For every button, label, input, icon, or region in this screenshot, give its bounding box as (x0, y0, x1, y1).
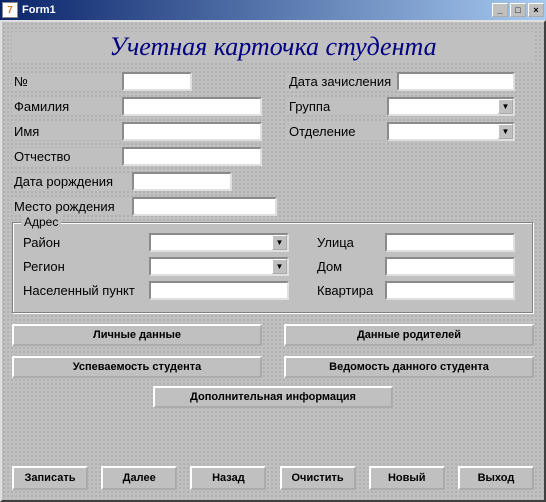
app-icon: 7 (2, 2, 18, 18)
dept-label: Отделение (287, 123, 387, 140)
enroll-input[interactable] (397, 72, 515, 91)
house-label: Дом (315, 258, 385, 275)
street-input[interactable] (385, 233, 515, 252)
birthdate-label: Дата рорждения (12, 173, 132, 190)
apt-input[interactable] (385, 281, 515, 300)
surname-label: Фамилия (12, 98, 122, 115)
new-button[interactable]: Новый (369, 466, 445, 490)
next-button[interactable]: Далее (101, 466, 177, 490)
number-label: № (12, 73, 122, 90)
extra-button[interactable]: Дополнительная информация (153, 386, 393, 408)
group-input[interactable] (387, 97, 515, 116)
chevron-down-icon[interactable]: ▼ (272, 259, 287, 274)
district-combo[interactable]: ▼ (149, 233, 289, 252)
address-title: Адрес (21, 215, 61, 229)
birthplace-label: Место рождения (12, 198, 132, 215)
district-label: Район (21, 234, 149, 251)
address-group: Адрес Район ▼ Регион ▼ (12, 222, 534, 314)
street-label: Улица (315, 234, 385, 251)
patronymic-input[interactable] (122, 147, 262, 166)
district-input[interactable] (149, 233, 289, 252)
dept-input[interactable] (387, 122, 515, 141)
dept-combo[interactable]: ▼ (387, 122, 515, 141)
maximize-button[interactable]: □ (510, 3, 526, 17)
report-button[interactable]: Ведомость данного студента (284, 356, 534, 378)
patronymic-label: Отчество (12, 148, 122, 165)
group-combo[interactable]: ▼ (387, 97, 515, 116)
birthplace-input[interactable] (132, 197, 277, 216)
group-label: Группа (287, 98, 387, 115)
chevron-down-icon[interactable]: ▼ (272, 235, 287, 250)
back-button[interactable]: Назад (190, 466, 266, 490)
chevron-down-icon[interactable]: ▼ (498, 99, 513, 114)
save-button[interactable]: Записать (12, 466, 88, 490)
house-input[interactable] (385, 257, 515, 276)
birthdate-input[interactable] (132, 172, 232, 191)
enroll-label: Дата зачисления (287, 73, 397, 90)
name-label: Имя (12, 123, 122, 140)
window-title: Form1 (22, 4, 492, 16)
close-button[interactable]: × (528, 3, 544, 17)
city-label: Населенный пункт (21, 282, 149, 299)
title-bar: 7 Form1 _ □ × (0, 0, 546, 20)
apt-label: Квартира (315, 282, 385, 299)
region-combo[interactable]: ▼ (149, 257, 289, 276)
page-title: Учетная карточка студента (12, 32, 534, 62)
surname-input[interactable] (122, 97, 262, 116)
parents-button[interactable]: Данные родителей (284, 324, 534, 346)
client-area: Учетная карточка студента № Фамилия Имя … (0, 20, 546, 502)
number-input[interactable] (122, 72, 192, 91)
region-input[interactable] (149, 257, 289, 276)
progress-button[interactable]: Успеваемость студента (12, 356, 262, 378)
name-input[interactable] (122, 122, 262, 141)
clear-button[interactable]: Очистить (280, 466, 356, 490)
city-input[interactable] (149, 281, 289, 300)
personal-button[interactable]: Личные данные (12, 324, 262, 346)
chevron-down-icon[interactable]: ▼ (498, 124, 513, 139)
minimize-button[interactable]: _ (492, 3, 508, 17)
region-label: Регион (21, 258, 149, 275)
exit-button[interactable]: Выход (458, 466, 534, 490)
